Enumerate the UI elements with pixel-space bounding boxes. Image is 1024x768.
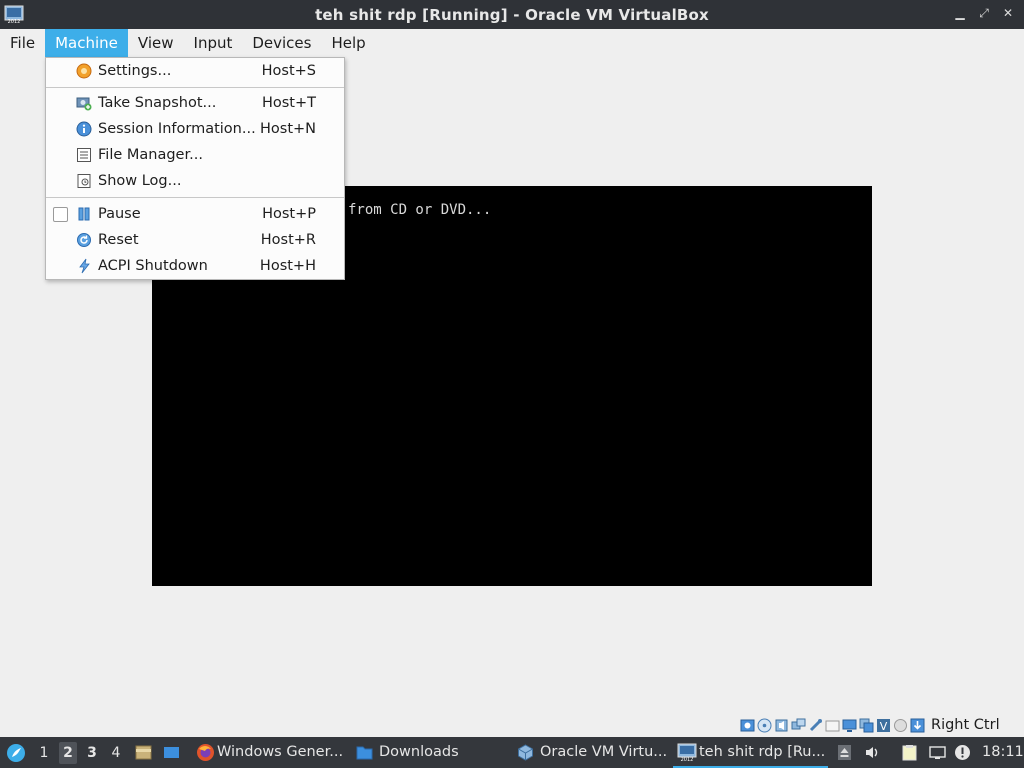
menu-machine[interactable]: Machine <box>45 29 128 57</box>
workspace-1[interactable]: 1 <box>35 742 53 764</box>
menu-devices[interactable]: Devices <box>242 29 321 57</box>
clipboard-icon[interactable] <box>901 744 918 761</box>
update-notifier-icon[interactable] <box>954 744 971 761</box>
folder-icon <box>356 746 373 760</box>
optical-drive-icon[interactable] <box>757 718 772 733</box>
acpi-shutdown-icon <box>79 258 90 274</box>
maximize-icon[interactable]: ⤢ <box>978 6 990 20</box>
menu-item-session-information[interactable]: Session Information... Host+N <box>46 116 344 142</box>
usb-icon[interactable] <box>808 718 823 733</box>
vm-statusbar: V Right Ctrl <box>740 714 1024 736</box>
machine-menu-dropdown: Settings... Host+S Take Snapshot... Host… <box>45 57 345 280</box>
menu-input[interactable]: Input <box>184 29 243 57</box>
start-menu-icon[interactable] <box>6 743 26 763</box>
hard-disk-icon[interactable] <box>740 718 755 733</box>
pause-icon <box>78 207 90 221</box>
workspace-2[interactable]: 2 <box>59 742 77 764</box>
log-icon <box>77 174 91 188</box>
mouse-integration-icon[interactable] <box>893 718 908 733</box>
firefox-icon <box>197 744 214 761</box>
virtualbox-icon <box>518 744 533 761</box>
vm-window-icon: 2012 <box>677 743 697 762</box>
recording-icon[interactable] <box>859 718 874 733</box>
menu-file[interactable]: File <box>0 29 45 57</box>
display-icon[interactable] <box>842 718 857 733</box>
menu-item-take-snapshot[interactable]: Take Snapshot... Host+T <box>46 90 344 116</box>
svg-text:V: V <box>880 720 888 733</box>
menu-item-show-log[interactable]: Show Log... <box>46 168 344 194</box>
menu-item-pause[interactable]: Pause Host+P <box>46 201 344 227</box>
task-oracle-vm-virtualbox[interactable]: Oracle VM Virtu... <box>540 737 667 768</box>
reset-icon <box>77 233 91 247</box>
taskbar: 1 2 3 4 Windows Gener... Downloads Oracl… <box>0 737 1024 768</box>
file-manager-launcher-icon[interactable] <box>135 744 152 761</box>
show-desktop-icon[interactable] <box>163 744 180 761</box>
menu-view[interactable]: View <box>128 29 184 57</box>
snapshot-icon <box>76 97 92 111</box>
menubar: File Machine View Input Devices Help <box>0 29 1024 57</box>
menu-item-settings[interactable]: Settings... Host+S <box>46 58 344 84</box>
pause-checkbox[interactable] <box>53 207 68 222</box>
menu-item-file-manager[interactable]: File Manager... <box>46 142 344 168</box>
menu-item-reset[interactable]: Reset Host+R <box>46 227 344 253</box>
info-icon <box>76 121 92 137</box>
task-teh-shit-rdp[interactable]: teh shit rdp [Ru... <box>699 737 825 768</box>
svg-text:2012: 2012 <box>8 19 21 24</box>
workspace-3[interactable]: 3 <box>83 742 101 764</box>
menu-separator <box>46 87 344 88</box>
close-icon[interactable]: ✕ <box>1002 6 1014 20</box>
virtualization-icon[interactable]: V <box>876 718 891 733</box>
workspace-4[interactable]: 4 <box>107 742 125 764</box>
volume-icon[interactable] <box>864 744 881 761</box>
network-icon[interactable] <box>791 718 806 733</box>
vm-window-icon: 2012 <box>4 5 24 24</box>
clock[interactable]: 18:11 <box>982 737 1024 768</box>
menu-help[interactable]: Help <box>321 29 375 57</box>
menu-separator <box>46 197 344 198</box>
task-downloads[interactable]: Downloads <box>379 737 459 768</box>
keyboard-icon[interactable] <box>910 718 925 733</box>
menu-item-acpi-shutdown[interactable]: ACPI Shutdown Host+H <box>46 253 344 279</box>
window-title: teh shit rdp [Running] - Oracle VM Virtu… <box>315 5 709 24</box>
settings-icon <box>76 63 92 79</box>
audio-icon[interactable] <box>774 718 789 733</box>
vm-boot-text: from CD or DVD... <box>348 202 492 218</box>
network-tray-icon[interactable] <box>929 744 946 761</box>
window-titlebar[interactable]: 2012 teh shit rdp [Running] - Oracle VM … <box>0 0 1024 29</box>
file-manager-icon <box>77 148 91 162</box>
minimize-icon[interactable]: ▁ <box>954 6 966 20</box>
svg-text:2012: 2012 <box>681 757 694 762</box>
task-windows-generator[interactable]: Windows Gener... <box>217 737 343 768</box>
eject-icon[interactable] <box>836 744 853 761</box>
host-key-label: Right Ctrl <box>931 717 1000 733</box>
shared-folders-icon[interactable] <box>825 718 840 733</box>
